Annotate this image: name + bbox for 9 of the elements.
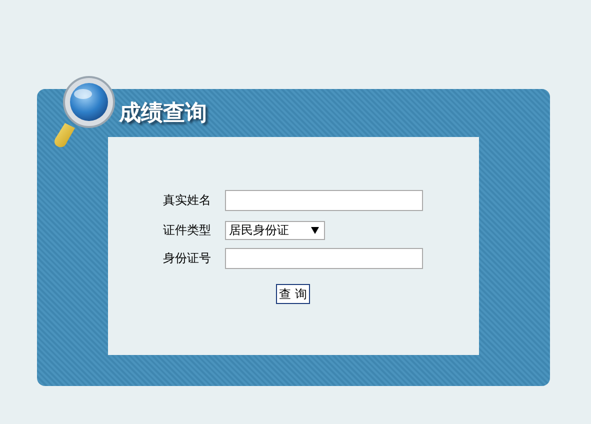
input-field[interactable]	[225, 248, 423, 269]
field-label: 证件类型	[162, 222, 211, 239]
id-type-select[interactable]: 居民身份证	[225, 221, 325, 240]
search-button[interactable]: 查 询	[276, 284, 310, 304]
input-field[interactable]	[225, 190, 423, 211]
panel-title: 成绩查询	[119, 100, 207, 128]
caret-icon	[311, 227, 319, 234]
field-label: 身份证号	[162, 250, 211, 267]
field-label: 真实姓名	[162, 192, 211, 209]
